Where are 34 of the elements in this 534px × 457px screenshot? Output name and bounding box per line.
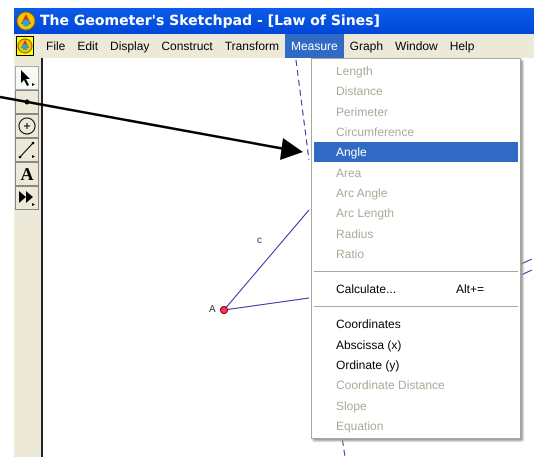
menu-item[interactable]: Angle	[314, 142, 518, 162]
segment-line	[518, 270, 532, 276]
tool-button[interactable]: A	[15, 162, 39, 186]
menu-bar-item[interactable]: Graph	[344, 34, 390, 58]
tool-button[interactable]	[15, 90, 39, 114]
menu-bar-item[interactable]: Construct	[155, 34, 219, 58]
menu-bar-item[interactable]: File	[40, 34, 72, 58]
tool-button[interactable]	[15, 114, 39, 138]
menu-bar-item[interactable]: Help	[444, 34, 480, 58]
menu-bar-item[interactable]: Measure	[284, 34, 344, 58]
text-tool-glyph: A	[20, 165, 34, 183]
menu-item[interactable]: Ordinate (y)	[314, 354, 518, 376]
app-logo-icon	[16, 11, 36, 31]
circle-icon	[18, 117, 36, 135]
point-a[interactable]	[220, 306, 228, 314]
fast-forward-icon	[18, 189, 36, 207]
document-icon[interactable]	[16, 36, 34, 56]
menu-item[interactable]: Coordinates	[314, 314, 518, 335]
segment-label: c	[257, 235, 262, 246]
menu-item[interactable]: Abscissa (x)	[314, 334, 518, 355]
menu-bar-item[interactable]: Window	[389, 34, 444, 58]
window-title: The Geometer's Sketchpad - [Law of Sines]	[40, 13, 380, 29]
segment-icon	[18, 141, 36, 159]
menu-bar-item[interactable]: Display	[104, 34, 156, 58]
menu-item[interactable]: Calculate... Alt+=	[314, 278, 518, 300]
tool-button[interactable]	[15, 186, 39, 210]
menu-bar-item[interactable]: Transform	[218, 34, 285, 58]
menu-bar-item[interactable]: Edit	[71, 34, 104, 58]
arrow-pointer-icon	[18, 69, 36, 87]
segment-line	[518, 258, 532, 266]
tool-button[interactable]	[15, 138, 39, 162]
point-label: A	[209, 304, 216, 315]
point-icon	[24, 99, 30, 105]
tool-button[interactable]	[15, 66, 39, 90]
